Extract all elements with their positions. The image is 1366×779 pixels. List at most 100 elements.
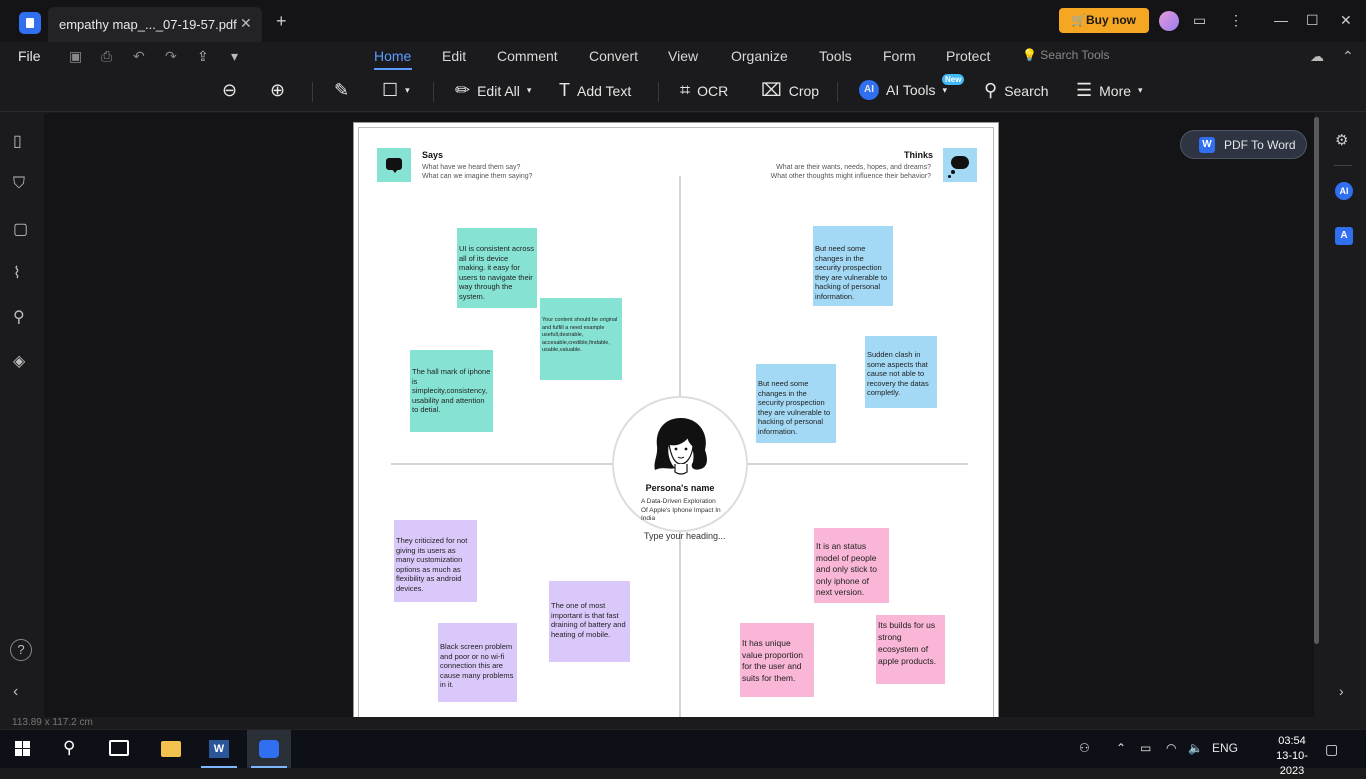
sticky-note[interactable]: It has unique value proportion for the u… — [740, 623, 814, 697]
new-tab-button[interactable]: + — [276, 12, 287, 30]
heading-placeholder[interactable]: Type your heading... — [644, 531, 726, 541]
sticky-note[interactable]: It is an status model of people and only… — [814, 528, 889, 603]
pdf-to-word-button[interactable]: W PDF To Word — [1180, 130, 1307, 159]
tab-comment[interactable]: Comment — [497, 48, 558, 64]
language-indicator[interactable]: ENG — [1212, 741, 1238, 755]
zoom-out-icon: ⊖ — [222, 80, 238, 100]
tab-convert[interactable]: Convert — [589, 48, 638, 64]
sticky-note[interactable]: UI is consistent across all of its devic… — [457, 228, 537, 308]
sticky-note[interactable]: The one of most important is that fast d… — [549, 581, 630, 662]
tab-organize[interactable]: Organize — [731, 48, 788, 64]
search-tools-label: Search Tools — [1040, 48, 1110, 62]
save-icon[interactable]: ▣ — [69, 48, 82, 65]
crop-icon: ⌧ — [761, 80, 782, 100]
clock[interactable]: 03:54 13-10-2023 — [1264, 734, 1320, 779]
sticky-note[interactable]: But need some changes in the security pr… — [756, 364, 836, 443]
quick-access-dropdown-icon[interactable]: ▾ — [231, 48, 238, 65]
sticky-note[interactable]: They criticized for not giving its users… — [394, 520, 477, 602]
word-app-icon: W — [209, 740, 229, 758]
app-logo-icon — [19, 12, 41, 34]
edit-all-button[interactable]: ✏ Edit All ▾ — [455, 80, 531, 101]
tab-tools[interactable]: Tools — [819, 48, 852, 64]
sticky-note[interactable]: Sudden clash in some aspects that cause … — [865, 336, 937, 408]
pdfelement-app[interactable] — [247, 730, 291, 768]
tray-expand-icon[interactable]: ⌃ — [1116, 741, 1126, 755]
wifi-icon[interactable]: ◠ — [1166, 741, 1176, 755]
battery-icon[interactable]: ▭ — [1140, 741, 1151, 755]
new-badge: New — [942, 74, 965, 85]
highlight-button[interactable]: ✎ — [334, 80, 349, 101]
crop-button[interactable]: ⌧ Crop — [761, 80, 819, 101]
properties-icon[interactable]: ⚙ — [1335, 131, 1348, 149]
word-icon: W — [1199, 137, 1215, 153]
more-vertical-icon[interactable]: ⋮ — [1229, 11, 1243, 29]
tab-form[interactable]: Form — [883, 48, 916, 64]
search-panel-icon[interactable]: ⚲ — [13, 307, 25, 327]
tab-protect[interactable]: Protect — [946, 48, 990, 64]
sticky-note[interactable]: Its builds for us strong ecosystem of ap… — [876, 615, 945, 684]
more-button[interactable]: ☰ More ▾ — [1076, 80, 1143, 101]
sticky-note[interactable]: Black screen problem and poor or no wi-f… — [438, 623, 517, 702]
undo-icon[interactable]: ↶ — [133, 48, 145, 65]
minimize-icon[interactable]: — — [1274, 11, 1288, 29]
search-label: Search — [1004, 82, 1049, 99]
sticky-note[interactable]: The hall mark of iphone is simplecity,co… — [410, 350, 493, 432]
sticky-note[interactable]: Your content should be original and fulf… — [540, 298, 622, 380]
left-sidebar: ▯ ⛉ ▢ ⌇ ⚲ ◈ ? ‹ — [0, 113, 44, 717]
word-app[interactable]: W — [197, 730, 241, 768]
people-icon[interactable]: ⚇ — [1079, 741, 1090, 755]
page-thumbnail-icon[interactable]: ▯ — [13, 131, 22, 151]
ai-tools-button[interactable]: AI AI Tools ▾ — [859, 80, 947, 100]
tab-home[interactable]: Home — [374, 48, 411, 64]
close-window-icon[interactable]: ✕ — [1340, 11, 1352, 29]
ai-assistant-icon[interactable]: AI — [1335, 182, 1353, 200]
zoom-in-button[interactable]: ⊕ — [270, 80, 285, 101]
search-button[interactable]: ⚲ Search — [984, 80, 1049, 101]
add-text-button[interactable]: T Add Text — [559, 80, 631, 101]
tab-view[interactable]: View — [668, 48, 698, 64]
document-tab[interactable]: empathy map_..._07-19-57.pdf ✕ — [48, 7, 262, 42]
search-tools-field[interactable]: 💡 Search Tools — [1022, 48, 1109, 62]
message-icon[interactable]: ▭ — [1193, 11, 1206, 29]
translate-icon[interactable]: A — [1335, 227, 1353, 245]
close-tab-icon[interactable]: ✕ — [240, 15, 252, 32]
avatar[interactable] — [1159, 11, 1179, 31]
shape-button[interactable]: ☐ ▾ — [382, 80, 410, 101]
collapse-ribbon-icon[interactable]: ⌃ — [1342, 48, 1354, 65]
redo-icon[interactable]: ↷ — [165, 48, 177, 65]
sticky-note[interactable]: But need some changes in the security pr… — [813, 226, 893, 306]
print-icon[interactable]: ⎙ — [101, 48, 112, 65]
help-icon[interactable]: ? — [10, 639, 32, 661]
file-menu[interactable]: File — [18, 48, 41, 64]
bookmark-icon[interactable]: ⛉ — [13, 175, 25, 193]
task-view-icon[interactable] — [109, 740, 129, 756]
text-box-icon: T — [559, 80, 570, 100]
toolbar-divider — [837, 82, 838, 102]
comment-icon[interactable]: ▢ — [13, 219, 28, 239]
persona-name: Persona's name — [645, 483, 715, 493]
buy-now-button[interactable]: 🛒 Buy now — [1059, 8, 1149, 33]
vertical-scrollbar[interactable] — [1314, 117, 1319, 644]
file-explorer-app[interactable] — [149, 730, 193, 768]
edit-all-label: Edit All — [477, 82, 520, 99]
maximize-icon[interactable]: ☐ — [1306, 11, 1319, 29]
attachment-icon[interactable]: ⌇ — [13, 263, 21, 283]
ocr-button[interactable]: ⌗ OCR — [680, 80, 728, 101]
cloud-upload-icon[interactable]: ☁ — [1310, 48, 1324, 65]
windows-start-icon[interactable] — [15, 741, 31, 757]
notifications-icon[interactable]: ▢ — [1325, 741, 1338, 758]
add-text-label: Add Text — [577, 82, 632, 99]
lightbulb-icon: 💡 — [1022, 48, 1037, 62]
share-icon[interactable]: ⇪ — [197, 48, 209, 65]
windows-taskbar: ⚲ W ⚇ ⌃ ▭ ◠ 🔈 ENG 03:54 13-10-2023 ▢ — [0, 729, 1366, 777]
thinks-subtitle-2: What other thoughts might influence thei… — [770, 173, 931, 180]
expand-right-icon[interactable]: › — [1339, 683, 1344, 699]
tab-edit[interactable]: Edit — [442, 48, 466, 64]
zoom-out-button[interactable]: ⊖ — [222, 80, 237, 101]
collapse-left-icon[interactable]: ‹ — [13, 683, 18, 701]
pencil-icon: ✏ — [455, 80, 471, 100]
buy-now-label: Buy now — [1086, 13, 1136, 27]
volume-icon[interactable]: 🔈 — [1188, 741, 1203, 755]
layers-icon[interactable]: ◈ — [13, 351, 25, 371]
taskbar-search-icon[interactable]: ⚲ — [63, 738, 75, 758]
